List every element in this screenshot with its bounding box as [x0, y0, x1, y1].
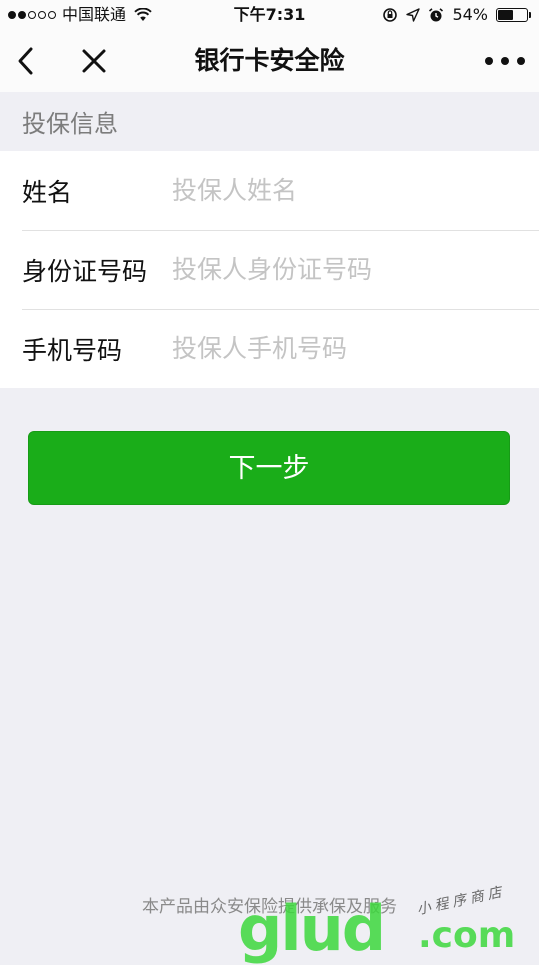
more-icon: [485, 57, 493, 65]
status-bar: 中国联通 下午7:31 54%: [0, 0, 539, 30]
id-number-label: 身份证号码: [22, 256, 148, 286]
insured-info-form: 姓名 身份证号码 手机号码: [0, 151, 539, 388]
phone-input[interactable]: [172, 334, 512, 363]
watermark-domain: .com: [418, 915, 516, 956]
orientation-lock-icon: [383, 8, 398, 22]
battery-percent: 54%: [452, 5, 488, 24]
name-input[interactable]: [172, 176, 512, 205]
watermark-logo: glud .com 小程序商店: [238, 880, 538, 960]
form-row-id-number: 身份证号码: [0, 230, 539, 309]
navigation-bar: 银行卡安全险: [0, 30, 539, 92]
alarm-icon: [429, 8, 444, 22]
section-title: 投保信息: [22, 110, 118, 138]
id-number-input[interactable]: [172, 255, 512, 284]
battery-icon: [496, 8, 531, 22]
location-arrow-icon: [406, 8, 421, 22]
more-button[interactable]: [485, 50, 525, 72]
watermark-main: glud: [238, 892, 386, 965]
page-title: 银行卡安全险: [194, 46, 345, 75]
name-label: 姓名: [22, 177, 73, 207]
watermark-script: 小程序商店: [415, 883, 507, 919]
status-right: 54%: [382, 0, 531, 30]
form-row-name: 姓名: [0, 151, 539, 230]
next-step-button[interactable]: 下一步: [28, 431, 510, 505]
form-row-phone: 手机号码: [0, 309, 539, 388]
phone-label: 手机号码: [22, 335, 123, 365]
